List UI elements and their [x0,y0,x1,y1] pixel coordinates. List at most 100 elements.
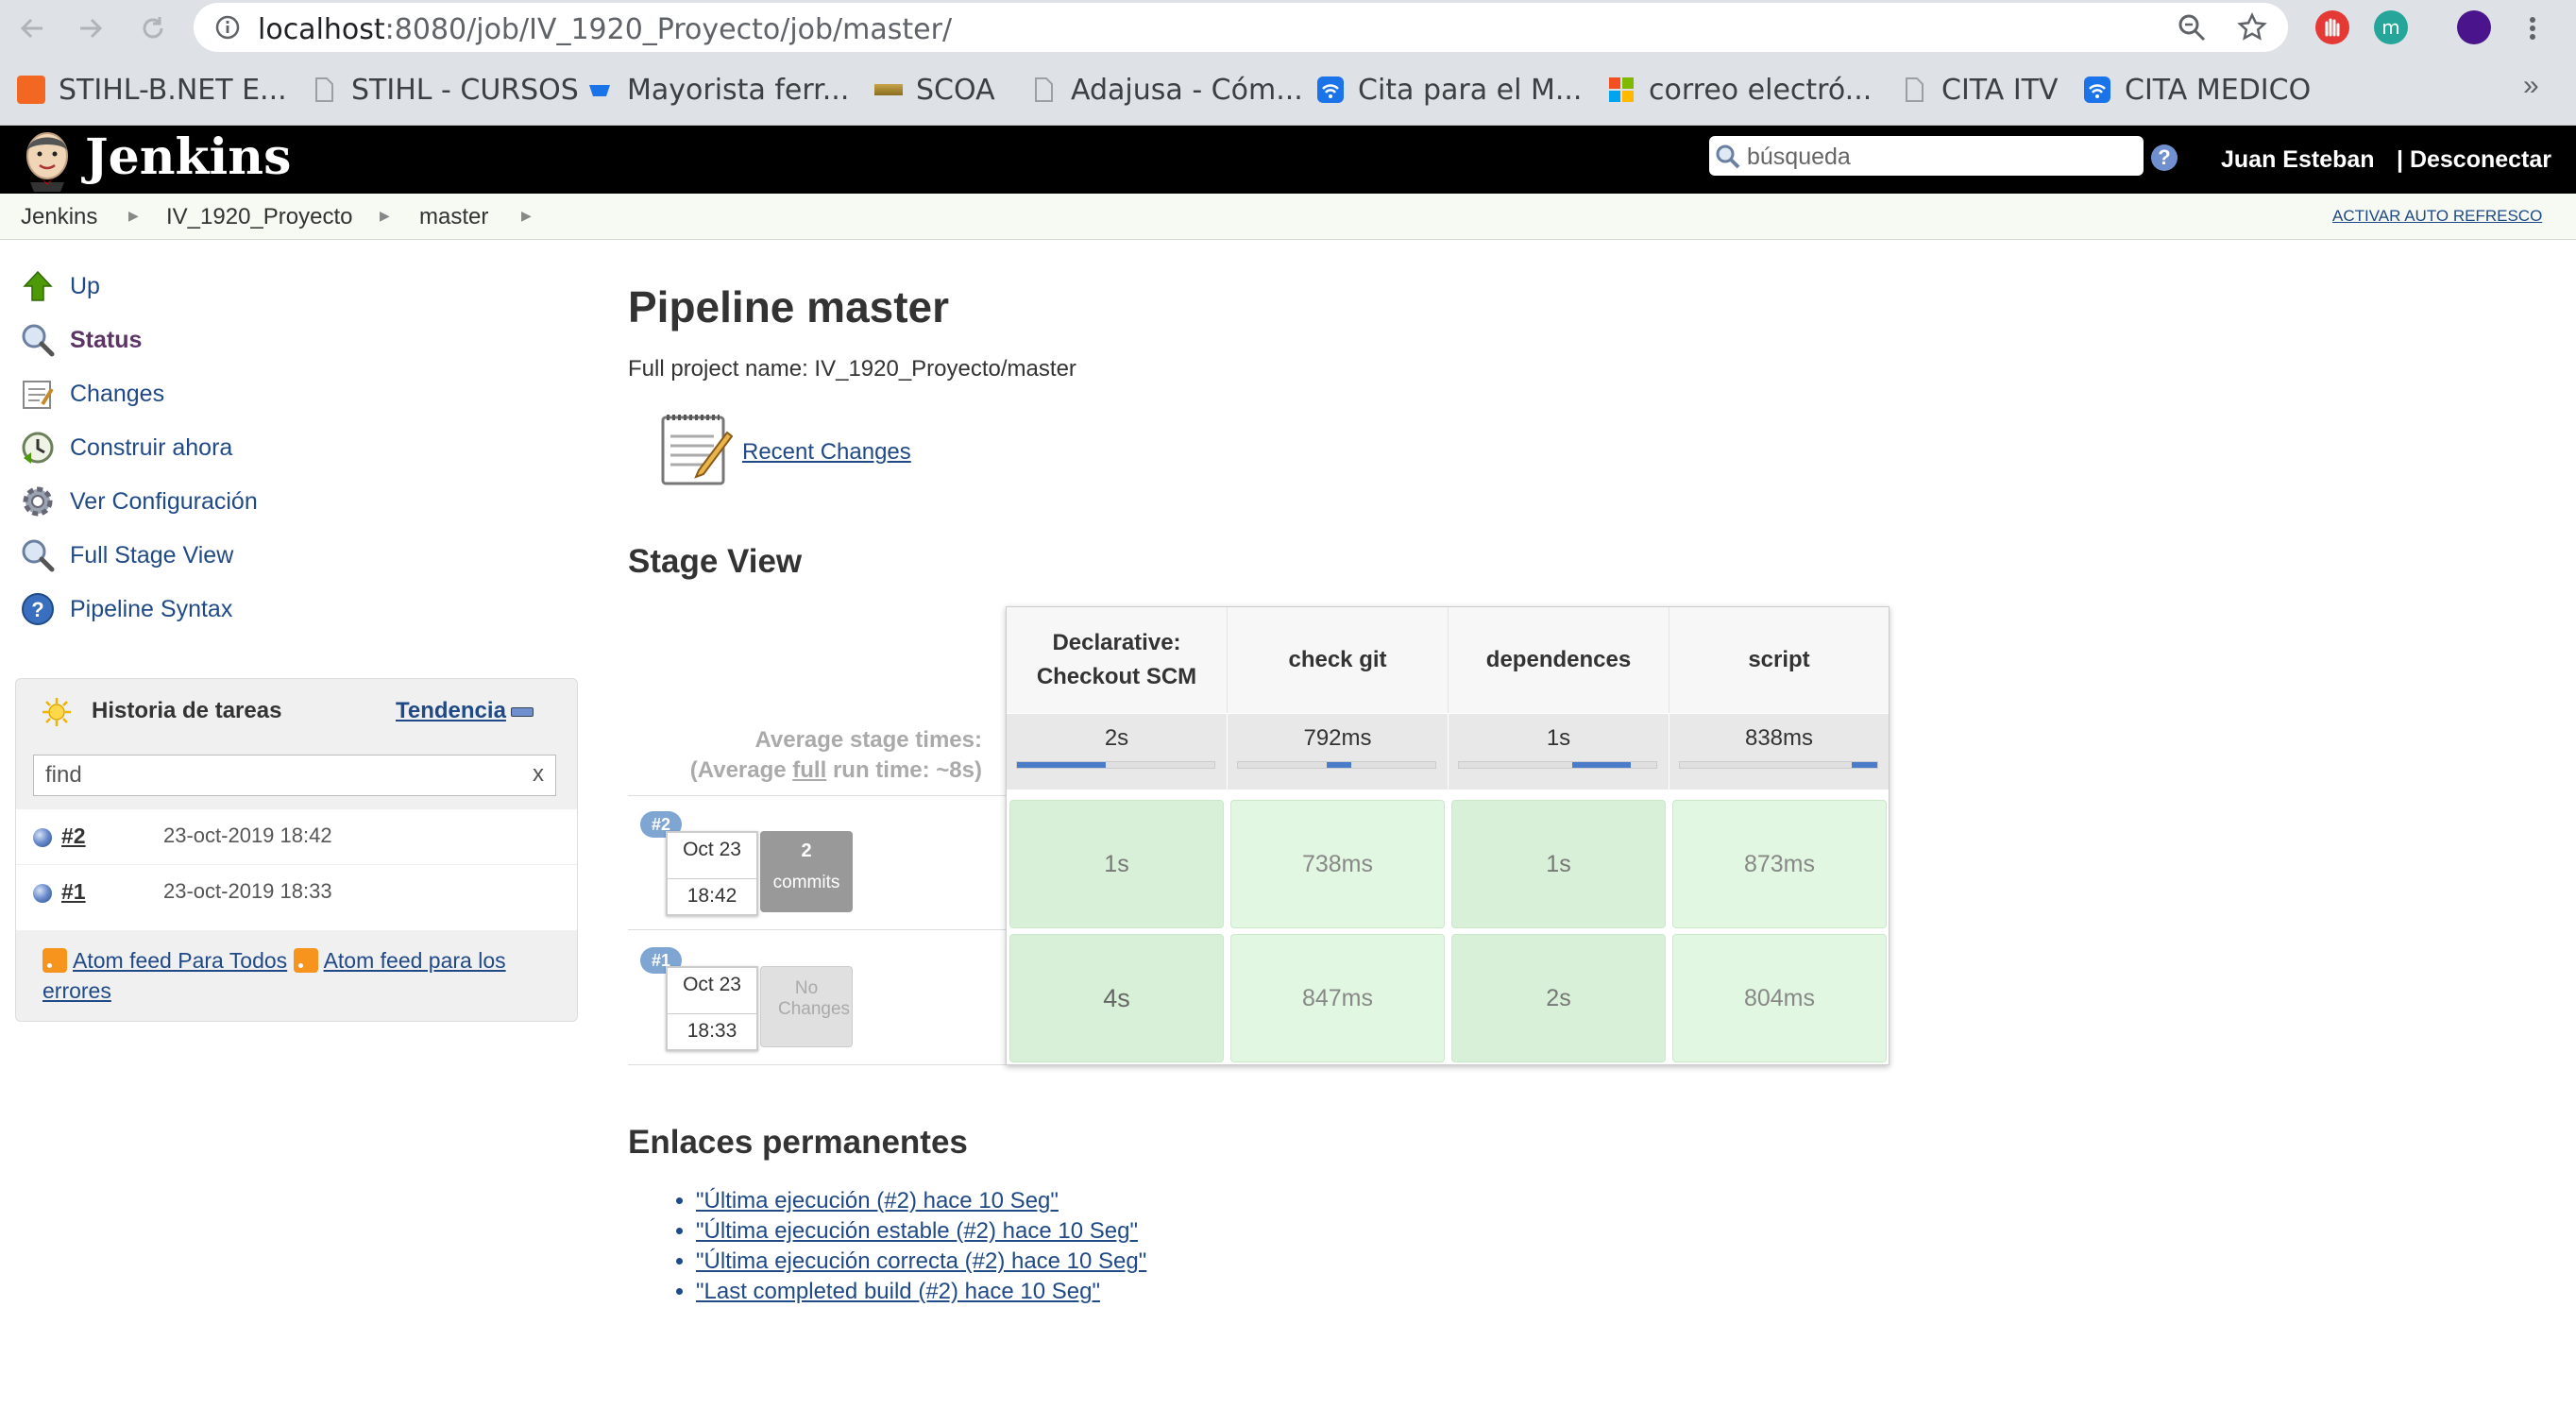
run-no-changes: No Changes [760,966,853,1047]
permalink-last-stable[interactable]: "Última ejecución estable (#2) hace 10 S… [696,1218,1138,1244]
task-changes[interactable]: Changes [19,373,164,415]
build-filter-input[interactable] [43,760,519,790]
breadcrumb-arrow-icon[interactable]: ▶ [128,208,139,224]
build-date[interactable]: 23-oct-2019 18:33 [163,879,332,904]
bookmark-cita-medico[interactable]: CITA MEDICO [2083,71,2311,109]
star-icon[interactable] [2237,12,2267,42]
collapse-icon[interactable] [511,707,534,717]
bookmarks-overflow-button[interactable]: » [2523,70,2539,102]
permalink-last-successful[interactable]: "Última ejecución correcta (#2) hace 10 … [696,1248,1146,1274]
stage-cell[interactable]: 2s [1451,934,1666,1062]
address-bar[interactable]: localhost:8080/job/IV_1920_Proyecto/job/… [194,3,2288,52]
task-label: Construir ahora [70,433,233,461]
search-box[interactable] [1709,136,2144,176]
windows-icon [1609,77,1634,102]
stage-cell[interactable]: 804ms [1672,934,1887,1062]
rss-icon[interactable] [293,948,318,973]
average-bar-fill [1852,762,1877,768]
bookmark-mayorista[interactable]: Mayorista ferr... [585,71,849,109]
build-filter[interactable]: x [33,755,556,796]
permalink-last-build[interactable]: "Última ejecución (#2) hace 10 Seg" [696,1188,1059,1214]
info-icon[interactable] [214,14,241,41]
back-button[interactable] [15,11,49,45]
breadcrumb-arrow-icon[interactable]: ▶ [380,208,390,224]
bookmark-stihl-cursos[interactable]: STIHL - CURSOS [310,71,579,109]
average-bar-fill [1572,762,1631,768]
run-changes-button[interactable]: 2 commits [760,831,853,912]
user-link[interactable]: Juan Esteban [2221,146,2375,174]
jenkins-logo-text[interactable]: Jenkins [85,124,291,192]
stage-cell[interactable]: 738ms [1230,800,1445,928]
bookmark-adajusa[interactable]: Adajusa - Cóm... [1029,71,1303,109]
bookmark-stihl[interactable]: STIHL-B.NET E... [17,71,287,109]
permalink-item: "Última ejecución (#2) hace 10 Seg" [696,1186,1146,1216]
task-label: Pipeline Syntax [70,595,233,622]
average-bar [1016,761,1215,769]
breadcrumb-project[interactable]: IV_1920_Proyecto [166,204,352,230]
build-row: #1 23-oct-2019 18:33 [16,864,577,920]
run-time: 18:33 [668,1013,756,1043]
url-text[interactable]: localhost:8080/job/IV_1920_Proyecto/job/… [258,13,952,46]
logout-link[interactable]: | Desconectar [2397,146,2551,174]
bookmark-correo[interactable]: correo electró... [1607,71,1872,109]
clear-filter-button[interactable]: x [533,761,544,788]
task-label: Full Stage View [70,541,234,569]
extension-m-icon[interactable]: m [2374,10,2408,44]
profile-avatar[interactable] [2457,10,2491,44]
breadcrumb-arrow-icon[interactable]: ▶ [521,208,532,224]
task-status[interactable]: Status [19,319,142,361]
stage-cell[interactable]: 4s [1009,934,1224,1062]
stage-cell[interactable]: 847ms [1230,934,1445,1062]
bookmark-cita-m[interactable]: Cita para el M... [1316,71,1582,109]
rss-icon[interactable] [42,948,67,973]
breadcrumb-jenkins[interactable]: Jenkins [21,204,97,230]
build-number-link[interactable]: #2 [61,823,86,849]
run-date-box[interactable]: Oct 23 18:33 [666,966,758,1051]
stage-cell[interactable]: 1s [1009,800,1224,928]
forward-button[interactable] [74,11,108,45]
stage-name: script [1748,647,1810,672]
changes-label: commits [772,873,840,892]
task-up[interactable]: Up [19,265,100,307]
status-ball-icon[interactable] [33,884,52,903]
zoom-icon[interactable] [2177,12,2207,42]
breadcrumb-master[interactable]: master [419,204,488,230]
reload-button[interactable] [136,11,170,45]
stage-cell[interactable]: 873ms [1672,800,1887,928]
bookmark-scoa[interactable]: SCOA [874,71,995,109]
task-label: Up [70,272,100,299]
run-row-1: #1 Oct 23 18:33 No Changes [628,929,1006,1065]
no-changes-label: No Changes [778,978,851,1019]
magnifier-icon [19,536,57,574]
full-run-link[interactable]: full [792,757,826,783]
task-full-stage-view[interactable]: Full Stage View [19,535,233,576]
jenkins-butler-logo-icon[interactable] [17,129,77,192]
task-pipeline-syntax[interactable]: ? Pipeline Syntax [19,588,232,630]
permalink-item: "Last completed build (#2) hace 10 Seg" [696,1277,1146,1307]
browser-menu-button[interactable] [2516,11,2550,45]
kebab-menu-icon [2530,17,2535,40]
auto-refresh-link[interactable]: ACTIVAR AUTO REFRESCO [2332,207,2542,226]
run-time: 18:42 [668,878,756,908]
stage-cell[interactable]: 1s [1451,800,1666,928]
build-date[interactable]: 23-oct-2019 18:42 [163,823,332,848]
permalink-last-completed[interactable]: "Last completed build (#2) hace 10 Seg" [696,1279,1100,1304]
run-date-box[interactable]: Oct 23 18:42 [666,831,758,916]
status-ball-icon[interactable] [33,828,52,847]
trend-link[interactable]: Tendencia [396,698,506,724]
page-icon [315,77,333,102]
adblock-extension-icon[interactable] [2315,10,2349,44]
stage-average: 1s [1449,714,1669,789]
recent-changes-link[interactable]: Recent Changes [742,439,911,466]
search-input[interactable] [1745,140,2136,174]
run-date: Oct 23 [683,839,741,860]
permalinks-list: "Última ejecución (#2) hace 10 Seg" "Últ… [666,1186,1146,1307]
bookmark-cita-itv[interactable]: CITA ITV [1900,71,2059,109]
stage-view-title: Stage View [628,543,803,580]
build-number-link[interactable]: #1 [61,879,86,905]
task-configure[interactable]: Ver Configuración [19,481,258,522]
atom-feed-all-link[interactable]: Atom feed Para Todos [73,948,287,973]
help-icon[interactable]: ? [2151,144,2178,171]
atom-feeds: Atom feed Para Todos Atom feed para los … [42,945,571,1006]
task-build-now[interactable]: Construir ahora [19,427,232,468]
